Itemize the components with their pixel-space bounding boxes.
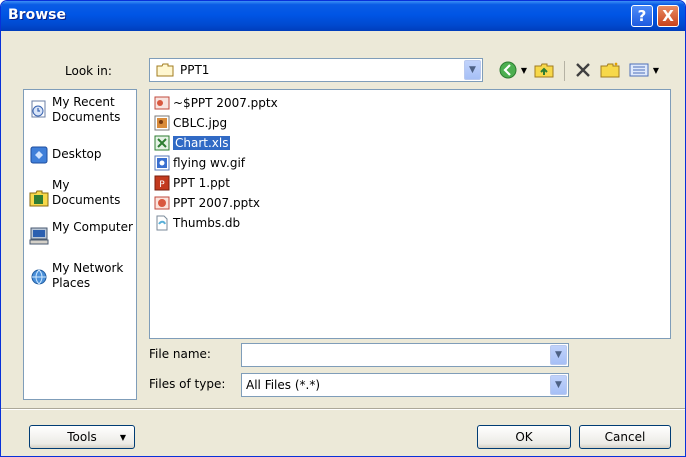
- file-list[interactable]: ~$PPT 2007.pptx CBLC.jpg Chart.xls flyin…: [149, 89, 671, 339]
- tools-label: Tools: [67, 430, 97, 444]
- place-my-recent-documents[interactable]: My Recent Documents: [29, 95, 139, 125]
- place-my-network-places[interactable]: My Network Places: [29, 261, 139, 291]
- gif-file-icon: [154, 155, 170, 171]
- close-icon: X: [662, 7, 674, 25]
- new-folder-icon[interactable]: [599, 60, 621, 80]
- pptx-file-icon: [154, 95, 170, 111]
- cancel-button[interactable]: Cancel: [579, 425, 671, 449]
- place-label: My Computer: [52, 220, 133, 234]
- place-my-computer[interactable]: My Computer: [29, 220, 139, 246]
- look-in-dropdown[interactable]: PPT1 ▼: [149, 58, 483, 82]
- folder-icon: [156, 63, 174, 77]
- place-label: My Documents: [52, 178, 121, 207]
- file-name: flying wv.gif: [173, 155, 246, 170]
- ok-button[interactable]: OK: [477, 425, 571, 449]
- place-label: Desktop: [52, 147, 102, 161]
- file-item[interactable]: Thumbs.db: [154, 214, 242, 231]
- help-button[interactable]: ?: [631, 5, 653, 27]
- look-in-value: PPT1: [180, 63, 210, 77]
- file-name: PPT 1.ppt: [173, 175, 231, 190]
- chevron-down-icon: ▼: [119, 432, 126, 442]
- file-type-label: Files of type:: [149, 377, 226, 391]
- pptx-file-icon: [154, 195, 170, 211]
- file-name-input[interactable]: ▼: [241, 343, 569, 367]
- divider: [1, 409, 685, 410]
- ppt-file-icon: P: [154, 175, 170, 191]
- place-label: My Network Places: [52, 261, 124, 290]
- file-name: CBLC.jpg: [173, 115, 228, 130]
- my-documents-icon: [29, 188, 49, 208]
- file-item[interactable]: PPT 2007.pptx: [154, 194, 262, 211]
- back-icon[interactable]: [497, 60, 519, 80]
- look-in-label: Look in:: [65, 64, 112, 78]
- help-icon: ?: [637, 7, 647, 25]
- file-name: PPT 2007.pptx: [173, 195, 261, 210]
- file-item[interactable]: Chart.xls: [154, 134, 232, 151]
- file-type-dropdown[interactable]: All Files (*.*) ▼: [241, 373, 569, 397]
- up-folder-icon[interactable]: [533, 60, 555, 80]
- title-bar[interactable]: Browse ? X: [1, 1, 685, 31]
- chevron-down-icon[interactable]: ▼: [550, 345, 567, 365]
- file-item[interactable]: ~$PPT 2007.pptx: [154, 94, 280, 111]
- back-dropdown-icon[interactable]: ▼: [519, 60, 529, 80]
- svg-text:P: P: [159, 180, 165, 190]
- views-icon[interactable]: [628, 60, 650, 80]
- network-places-icon: [29, 267, 49, 287]
- file-name: Thumbs.db: [173, 215, 241, 230]
- file-name-label: File name:: [149, 347, 211, 361]
- toolbar-divider: [564, 61, 565, 81]
- places-bar: My Recent Documents Desktop My Documents…: [23, 89, 137, 400]
- excel-file-icon: [154, 135, 170, 151]
- dialog-title: Browse: [8, 7, 66, 23]
- chevron-down-icon[interactable]: ▼: [464, 60, 481, 80]
- place-desktop[interactable]: Desktop: [29, 145, 139, 165]
- tools-button[interactable]: Tools ▼: [29, 425, 135, 449]
- file-item[interactable]: CBLC.jpg: [154, 114, 229, 131]
- image-file-icon: [154, 115, 170, 131]
- ok-label: OK: [515, 430, 533, 444]
- file-name: ~$PPT 2007.pptx: [173, 95, 278, 110]
- browse-dialog: Browse ? X Look in: PPT1 ▼ ▼ ▼ My Recent…: [0, 0, 686, 457]
- views-dropdown-icon[interactable]: ▼: [651, 60, 661, 80]
- close-button[interactable]: X: [657, 5, 679, 27]
- cancel-label: Cancel: [604, 430, 646, 444]
- db-file-icon: [154, 215, 170, 231]
- my-computer-icon: [29, 226, 49, 246]
- file-type-value: All Files (*.*): [246, 378, 321, 392]
- file-item[interactable]: flying wv.gif: [154, 154, 247, 171]
- recent-documents-icon: [29, 99, 49, 119]
- desktop-icon: [29, 145, 49, 165]
- delete-icon[interactable]: [572, 60, 594, 80]
- place-label: My Recent Documents: [52, 95, 121, 124]
- file-name: Chart.xls: [173, 135, 231, 150]
- chevron-down-icon[interactable]: ▼: [550, 375, 567, 395]
- file-item[interactable]: P PPT 1.ppt: [154, 174, 232, 191]
- place-my-documents[interactable]: My Documents: [29, 178, 139, 208]
